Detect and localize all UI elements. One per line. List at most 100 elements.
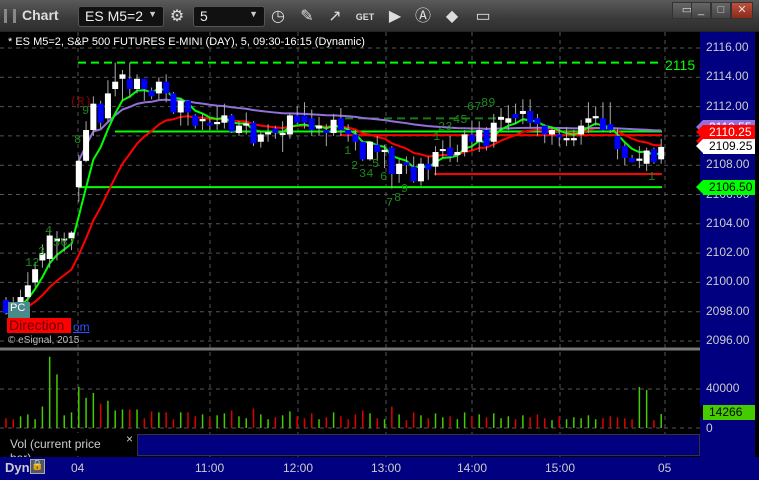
price-badge-value: 2109.25 (709, 139, 753, 154)
candle-down (345, 130, 352, 135)
candle-down (126, 78, 133, 90)
volume-axis-label: 0 (706, 421, 713, 435)
interval-select[interactable]: 5 ▼ (193, 6, 265, 27)
candle-down (527, 110, 534, 123)
candle-up (75, 160, 82, 188)
alert-icon[interactable]: Ⓐ (412, 6, 434, 28)
lock-icon[interactable]: 🔒 (30, 459, 45, 474)
candle-up (112, 81, 119, 90)
candle-up (83, 130, 90, 161)
direction-label: Direction (7, 318, 71, 333)
candle-down (352, 134, 359, 142)
td-count-label: 67 (467, 100, 482, 114)
candle-down (163, 81, 170, 94)
candle-down (272, 128, 279, 133)
link-icon[interactable]: ◆ (441, 6, 463, 28)
price-axis-label: 2108.00 (706, 157, 750, 172)
candle-down (185, 100, 191, 113)
candle-down (148, 90, 155, 97)
candle-down (534, 118, 541, 125)
candle-up (519, 110, 526, 114)
candle-down (388, 147, 395, 174)
candle-down (308, 118, 315, 131)
candle-up (119, 74, 126, 79)
om-link[interactable]: om (73, 320, 90, 334)
candle-down (337, 118, 344, 131)
candle-down (192, 115, 199, 126)
candle-down (650, 149, 657, 163)
price-axis-label: 2104.00 (706, 215, 750, 230)
td-count-label: 45 (453, 113, 468, 127)
candle-up (265, 132, 272, 135)
title-bar: Chart ES M5=2 ▼ ⚙ 5 ▼ ◷ ✎ ↗ GET ▶ Ⓐ ◆ ▭ ▭ … (0, 0, 759, 32)
comment-icon[interactable]: ▭ (472, 6, 494, 28)
candle-up (316, 125, 323, 129)
price-badge-value: 2110.25 (709, 124, 752, 139)
candle-up (417, 163, 424, 182)
candle-down (97, 103, 104, 123)
get-icon[interactable]: GET (354, 6, 376, 28)
candle-up (439, 149, 446, 152)
candle-down (374, 144, 381, 153)
copyright: © eSignal, 2015 (8, 335, 80, 346)
candle-up (549, 130, 555, 135)
settings-icon[interactable]: ⚙ (166, 6, 188, 28)
td-count-label: 9 (82, 104, 90, 118)
candle-up (592, 116, 599, 119)
candle-up (243, 123, 250, 126)
td-count-label: 567 (53, 236, 75, 250)
symbol-select[interactable]: ES M5=2 ▼ (78, 6, 164, 27)
time-axis-label: 14:00 (457, 461, 488, 475)
td-count-label: 89 (481, 96, 496, 110)
candle-down (250, 122, 257, 144)
candle-down (294, 115, 301, 123)
candle-up (461, 134, 468, 153)
td-count-label: 12 (25, 256, 40, 270)
candle-up (643, 150, 650, 164)
interval-value: 5 (200, 8, 208, 24)
candle-up (585, 118, 592, 123)
td-count-label: 2 (351, 159, 359, 173)
symbol-value: ES M5=2 (85, 8, 143, 24)
td-count-label: 5 (372, 157, 380, 171)
td-count-label: 1 (344, 144, 352, 158)
close-button[interactable]: ✕ (731, 2, 753, 19)
play-icon[interactable]: ▶ (384, 6, 406, 28)
candle-down (301, 115, 308, 123)
volume-axis-label: 40000 (706, 381, 740, 395)
drag-grip-icon[interactable] (4, 9, 16, 23)
candle-up (490, 122, 497, 142)
candle-up (432, 152, 439, 167)
candle-down (483, 130, 490, 147)
td-count-label: 6 (380, 170, 388, 184)
candle-down (447, 147, 454, 157)
volume-study-label: Vol (current price bar) (4, 433, 130, 465)
candle-up (563, 138, 570, 141)
close-study-icon[interactable]: × (126, 432, 133, 446)
study-icon[interactable]: ↗ (324, 6, 346, 28)
candle-up (454, 152, 461, 155)
level-label: 2115 (665, 57, 696, 73)
dyn-label[interactable]: Dyn (5, 460, 30, 475)
candle-up (505, 118, 512, 123)
time-axis-label: 13:00 (371, 461, 402, 475)
candle-down (556, 134, 563, 138)
candle-up (155, 81, 162, 94)
candle-down (629, 157, 636, 163)
red-moving-average (5, 115, 662, 315)
price-axis-label: 2100.00 (706, 274, 750, 289)
candle-up (476, 130, 483, 142)
maximize-button[interactable]: □ (711, 2, 731, 19)
td-count-label: 7 (386, 196, 394, 210)
candle-down (170, 93, 177, 113)
chart-canvas[interactable] (0, 32, 700, 457)
td-count-label: 4 (45, 224, 53, 238)
pencil-icon[interactable]: ✎ (296, 6, 318, 28)
candle-up (381, 149, 388, 153)
minimize-button[interactable]: _ (691, 2, 711, 19)
time-axis-label: 12:00 (283, 461, 314, 475)
chevron-down-icon: ▼ (249, 9, 258, 19)
candle-down (512, 113, 519, 119)
candle-down (403, 162, 410, 166)
clock-icon[interactable]: ◷ (267, 6, 289, 28)
